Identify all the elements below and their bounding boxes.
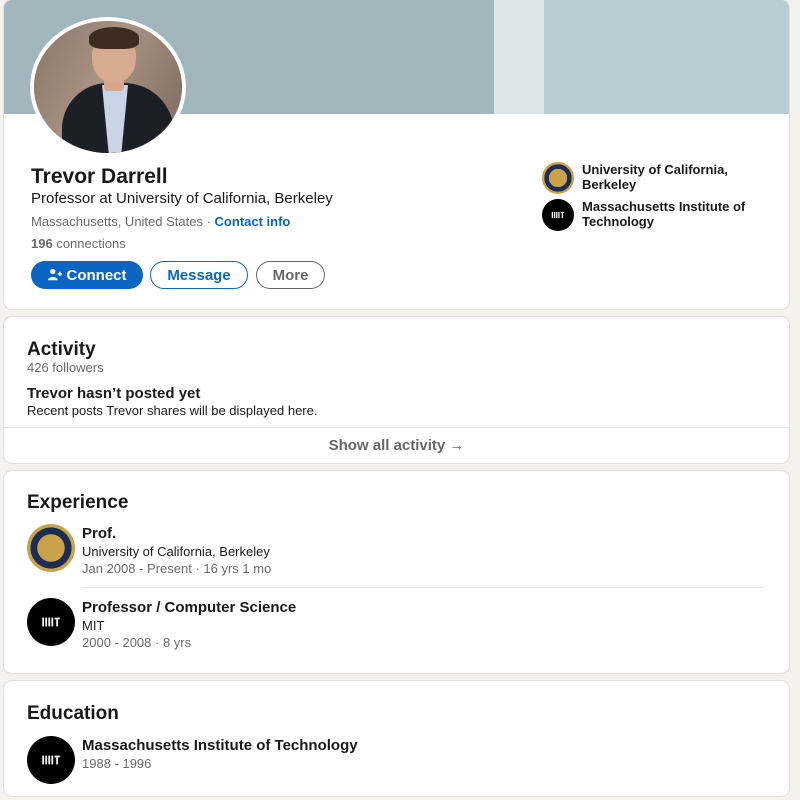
show-all-activity-button[interactable]: Show all activity → <box>4 428 789 463</box>
experience-dates: Jan 2008 - Present · 16 yrs 1 mo <box>82 561 272 576</box>
org-name: University of California, Berkeley <box>582 162 728 192</box>
experience-company: University of California, Berkeley <box>82 544 270 559</box>
experience-title-text: Prof. <box>82 525 117 542</box>
connections-number: 196 <box>31 236 53 251</box>
profile-location-line: Massachusetts, United States · Contact i… <box>31 214 290 229</box>
connect-label: Connect <box>66 266 127 284</box>
followers-count: 426 followers <box>27 360 104 375</box>
no-posts-title: Trevor hasn’t posted yet <box>27 385 201 402</box>
activity-title: Activity <box>27 339 96 360</box>
profile-location: Massachusetts, United States <box>31 214 203 229</box>
education-title: Education <box>27 703 119 724</box>
experience-dates: 2000 - 2008 · 8 yrs <box>82 635 192 650</box>
connections-label: connections <box>52 236 126 251</box>
connections-count[interactable]: 196 connections <box>31 236 126 251</box>
mit-logo-icon <box>27 598 75 646</box>
experience-title-text: Professor / Computer Science <box>82 599 297 616</box>
profile-name: Trevor Darrell <box>31 165 168 188</box>
no-posts-subtitle: Recent posts Trevor shares will be displ… <box>27 403 318 418</box>
profile-headline: Professor at University of California, B… <box>31 190 333 207</box>
education-school: Massachusetts Institute of Technology <box>82 737 358 754</box>
education-section: Education Massachusetts Institute of Tec… <box>4 681 789 796</box>
experience-title: Experience <box>27 492 129 513</box>
mit-logo-icon <box>27 736 75 784</box>
connect-button[interactable]: Connect <box>31 261 143 289</box>
separator: · <box>202 214 215 229</box>
experience-item[interactable]: Professor / Computer Science MIT 2000 - … <box>27 598 296 651</box>
profile-card: Trevor Darrell Professor at University o… <box>4 0 789 309</box>
experience-company: MIT <box>82 618 105 633</box>
activity-section: Activity 426 followers Trevor hasn’t pos… <box>4 317 789 463</box>
experience-section: Experience Prof. University of Californi… <box>4 471 789 673</box>
org-mit[interactable]: Massachusetts Institute of Technology <box>542 199 772 231</box>
contact-info-link[interactable]: Contact info <box>215 214 291 229</box>
uc-seal-icon <box>27 524 75 572</box>
org-name: Massachusetts Institute of Technology <box>582 199 746 229</box>
more-button[interactable]: More <box>256 261 325 289</box>
divider <box>82 587 764 588</box>
education-dates: 1988 - 1996 <box>82 756 152 771</box>
org-uc-berkeley[interactable]: University of California, Berkeley <box>542 162 772 194</box>
add-person-icon <box>47 268 62 281</box>
profile-photo[interactable] <box>30 17 186 157</box>
experience-item[interactable]: Prof. University of California, Berkeley… <box>27 524 271 577</box>
education-item[interactable]: Massachusetts Institute of Technology 19… <box>27 736 358 784</box>
message-button[interactable]: Message <box>150 261 248 289</box>
mit-logo-icon <box>542 199 574 231</box>
uc-seal-icon <box>542 162 574 194</box>
